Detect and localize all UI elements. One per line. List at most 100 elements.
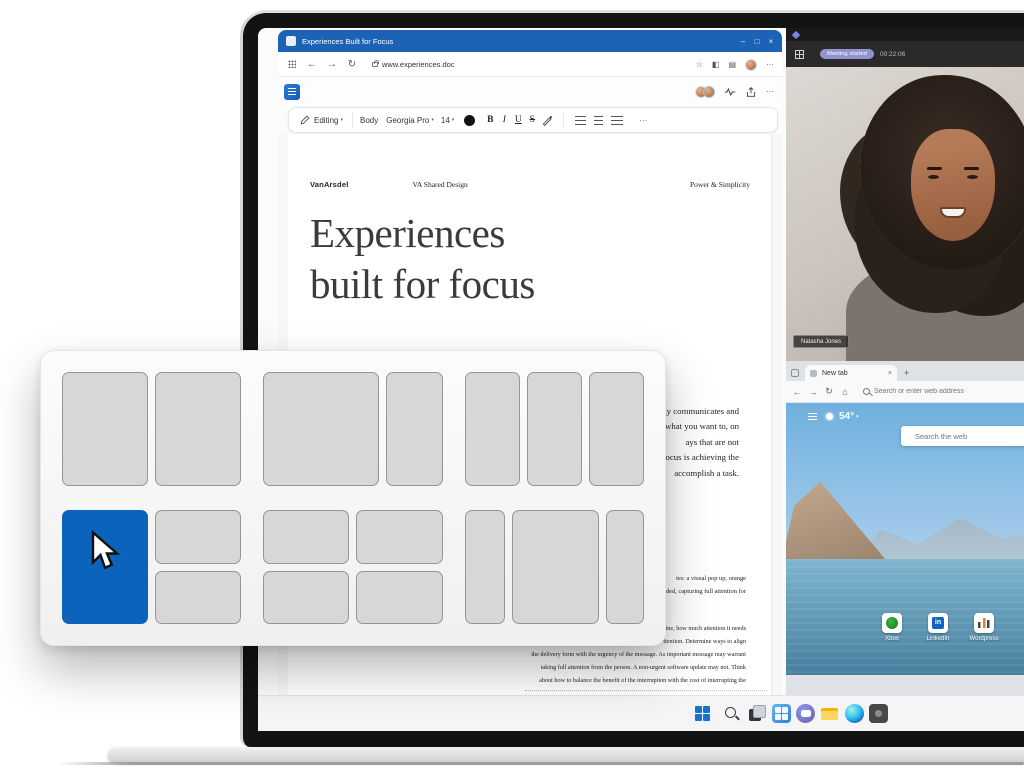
forward-icon[interactable]: →	[322, 59, 342, 70]
tab-close-icon[interactable]: ×	[888, 370, 892, 377]
teams-toolbar: Meeting started 00:22:06	[786, 41, 1024, 67]
tile-label: Wordpress	[962, 636, 1006, 642]
share-icon[interactable]	[745, 87, 757, 97]
snap-layouts-panel	[40, 350, 666, 646]
snap-cell[interactable]	[356, 571, 442, 625]
start-button[interactable]	[693, 704, 712, 723]
snap-cell[interactable]	[386, 372, 443, 486]
browser-more-icon[interactable]: ···	[766, 60, 774, 69]
back-icon[interactable]: ←	[302, 59, 322, 70]
italic-button[interactable]: I	[497, 115, 511, 125]
address-text[interactable]: www.experiences.doc	[382, 60, 455, 69]
snap-layout-half-stacked	[62, 510, 241, 624]
temperature: 54°	[839, 411, 854, 422]
tab-label: New tab	[822, 370, 888, 377]
numbered-list-icon[interactable]	[594, 116, 603, 125]
snap-cell[interactable]	[62, 372, 148, 486]
forward-icon[interactable]: →	[805, 387, 821, 397]
snap-cell[interactable]	[263, 510, 349, 564]
collaborator-avatar[interactable]	[703, 86, 715, 98]
back-icon[interactable]: ←	[789, 387, 805, 397]
activity-icon[interactable]	[724, 87, 736, 97]
doc-window-titlebar[interactable]: Experiences Built for Focus – □ ×	[278, 30, 782, 52]
brand-logo: VanArsdel	[310, 180, 348, 189]
style-select[interactable]: Body	[360, 116, 378, 125]
participant-name-tag: Natasha Jones	[793, 335, 849, 348]
quick-link-tile-xbox[interactable]	[882, 613, 902, 633]
search-button[interactable]	[722, 704, 741, 723]
underline-button[interactable]: U	[511, 115, 525, 125]
strikethrough-button[interactable]: S	[525, 115, 539, 125]
snap-cell[interactable]	[263, 571, 349, 625]
favorites-icon[interactable]: ☆	[696, 60, 703, 69]
video-call-window: Meeting started 00:22:06 Natasha Jones	[786, 28, 1024, 361]
weather-widget[interactable]: 54° ▾	[808, 411, 859, 422]
font-color-button[interactable]	[464, 115, 475, 126]
browser-tabstrip: New tab × +	[786, 361, 1024, 381]
bold-button[interactable]: B	[483, 115, 497, 125]
tile-label: LinkedIn	[916, 636, 960, 642]
collections-icon[interactable]: ▤	[728, 60, 736, 69]
app-more-icon[interactable]: ···	[766, 87, 774, 96]
refresh-icon[interactable]: ↻	[342, 59, 362, 70]
profile-avatar[interactable]	[745, 59, 757, 71]
snap-cell[interactable]	[155, 510, 241, 564]
snap-cell[interactable]	[356, 510, 442, 564]
minimize-button[interactable]: –	[736, 37, 750, 46]
edge-button[interactable]	[845, 704, 864, 723]
menu-icon[interactable]	[808, 413, 817, 420]
browser-address-input[interactable]	[874, 388, 994, 395]
chevron-down-icon: ▾	[340, 117, 343, 123]
align-icon[interactable]	[611, 116, 623, 125]
gallery-view-icon[interactable]	[795, 50, 804, 59]
participant-face	[911, 129, 995, 241]
pencil-icon	[300, 115, 310, 125]
web-search-input[interactable]	[915, 432, 1024, 441]
widgets-button[interactable]	[772, 704, 791, 723]
ink-pen-icon[interactable]	[542, 115, 553, 126]
snap-cell[interactable]	[589, 372, 644, 486]
file-explorer-button[interactable]	[820, 704, 839, 723]
snap-layout-three-columns	[465, 372, 644, 486]
doc-paragraph-mid: tes: a visual pop up, orangeeeded, captu…	[660, 572, 746, 598]
snap-cell-selected[interactable]	[62, 510, 148, 624]
editing-mode-button[interactable]: Editing	[314, 116, 338, 125]
apps-grid-icon[interactable]	[288, 60, 296, 68]
web-searchbox[interactable]	[901, 426, 1024, 446]
snap-cell[interactable]	[155, 372, 241, 486]
doc-text-line: ttention. Determine ways to align	[663, 635, 746, 648]
snap-cell[interactable]	[527, 372, 582, 486]
quick-link-tile-wordpress[interactable]	[974, 613, 994, 633]
snap-cell[interactable]	[465, 372, 520, 486]
close-button[interactable]: ×	[764, 37, 778, 46]
extensions-icon[interactable]: ◧	[712, 60, 720, 69]
toolbar-more-icon[interactable]: ···	[639, 116, 647, 125]
doc-text-line: what you want to, on	[665, 419, 739, 434]
chat-button[interactable]	[796, 704, 815, 723]
doc-text-line: accomplish a task.	[674, 466, 739, 481]
task-view-button[interactable]	[748, 704, 767, 723]
snap-layout-wide-narrow	[263, 372, 442, 486]
snap-cell[interactable]	[155, 571, 241, 625]
laptop-base	[108, 747, 1024, 762]
sun-icon	[826, 413, 833, 420]
refresh-icon[interactable]: ↻	[821, 386, 837, 397]
font-size-select[interactable]: 14	[441, 116, 450, 125]
tab-group-icon[interactable]	[791, 369, 799, 377]
quick-link-tile-linkedin[interactable]: in	[928, 613, 948, 633]
maximize-button[interactable]: □	[750, 37, 764, 46]
home-icon[interactable]: ⌂	[837, 387, 853, 397]
snap-cell[interactable]	[512, 510, 599, 624]
teams-titlebar[interactable]	[786, 28, 1024, 41]
tab-favicon	[810, 370, 817, 377]
taskbar	[258, 695, 1024, 731]
snap-cell[interactable]	[263, 372, 379, 486]
word-app-icon[interactable]	[284, 84, 300, 100]
snap-cell[interactable]	[465, 510, 505, 624]
device-app-button[interactable]	[869, 704, 888, 723]
new-tab-button[interactable]: +	[904, 368, 909, 378]
bullet-list-icon[interactable]	[575, 116, 586, 125]
font-select[interactable]: Georgia Pro	[386, 116, 429, 125]
browser-tab[interactable]: New tab ×	[805, 365, 897, 381]
snap-cell[interactable]	[606, 510, 644, 624]
